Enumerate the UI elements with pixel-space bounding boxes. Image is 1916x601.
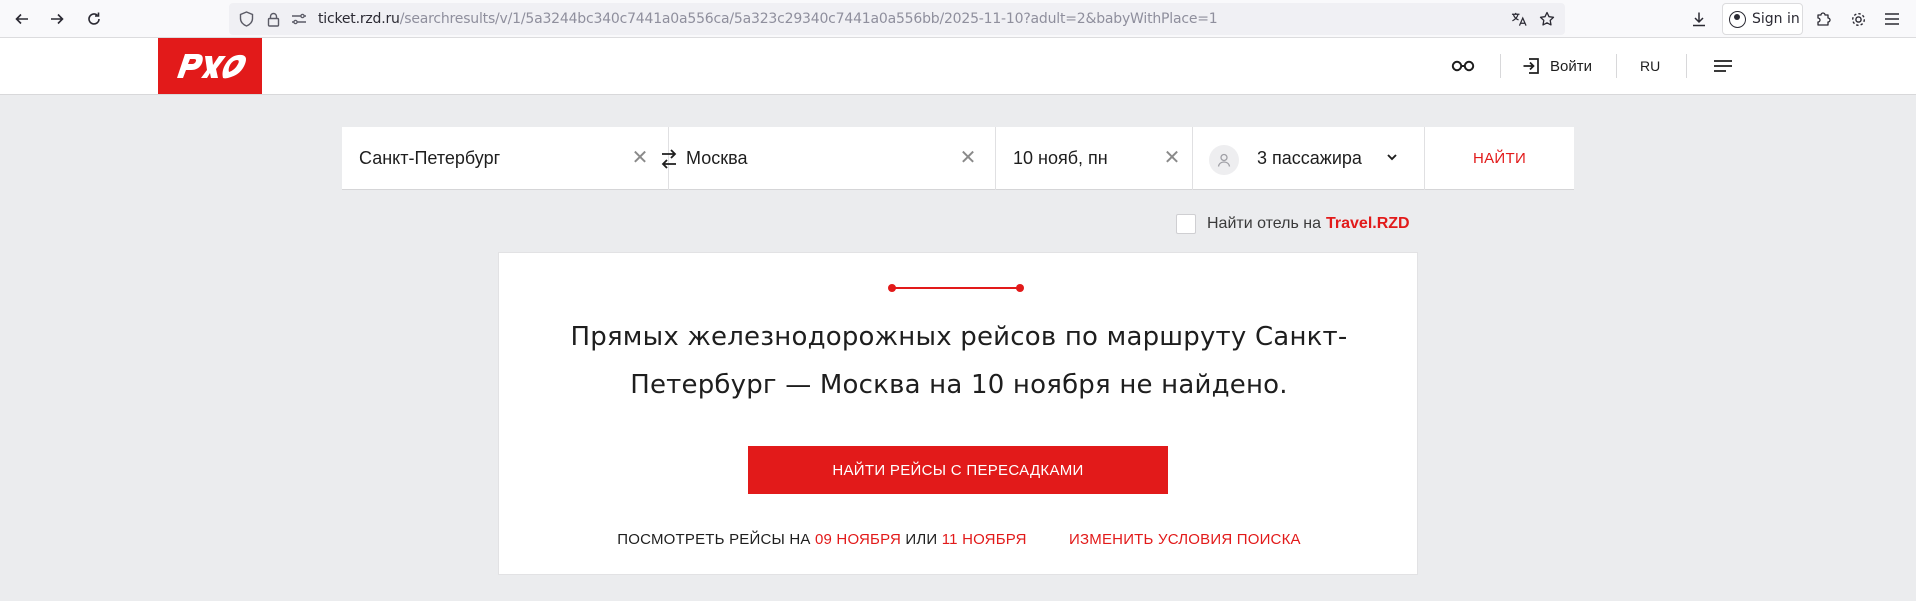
translate-icon[interactable]: [1511, 11, 1527, 27]
date-field[interactable]: 10 нояб, пн ✕: [996, 127, 1193, 190]
url-path: /searchresults/v/1/5a3244bc340c7441a0a55…: [399, 11, 1218, 27]
clear-from-icon[interactable]: ✕: [631, 148, 649, 168]
site-permissions-icon[interactable]: [291, 11, 307, 27]
view-routes-prefix: ПОСМОТРЕТЬ РЕЙСЫ НА: [617, 531, 811, 548]
rzd-logo[interactable]: [158, 38, 262, 94]
divider: [1686, 54, 1687, 78]
forward-icon[interactable]: [45, 7, 69, 31]
clear-to-icon[interactable]: ✕: [959, 148, 977, 168]
clear-date-icon[interactable]: ✕: [1163, 148, 1181, 168]
or-label: ИЛИ: [905, 531, 938, 548]
divider: [1500, 54, 1501, 78]
find-transfer-routes-button[interactable]: НАЙТИ РЕЙСЫ С ПЕРЕСАДКАМИ: [748, 446, 1168, 494]
hotel-brand-link[interactable]: Travel.RZD: [1326, 215, 1410, 233]
from-station-value: Санкт-Петербург: [359, 148, 501, 168]
no-results-card: Прямых железнодорожных рейсов по маршрут…: [498, 252, 1418, 575]
tracking-shield-icon[interactable]: [238, 11, 254, 27]
no-results-message: Прямых железнодорожных рейсов по маршрут…: [570, 322, 1348, 400]
date-value: 10 нояб, пн: [1013, 148, 1108, 168]
settings-gear-icon[interactable]: [1846, 7, 1870, 31]
menu-icon[interactable]: [1713, 54, 1733, 78]
search-form: Санкт-Петербург ✕ Москва ✕ 10 нояб, пн ✕…: [342, 127, 1574, 190]
from-station-field[interactable]: Санкт-Петербург ✕: [342, 127, 669, 190]
site-header: Войти RU: [0, 38, 1916, 95]
swap-stations-icon[interactable]: [659, 147, 679, 171]
reload-icon[interactable]: [82, 7, 106, 31]
extensions-icon[interactable]: [1811, 7, 1835, 31]
alternative-dates: ПОСМОТРЕТЬ РЕЙСЫ НА 09 НОЯБРЯ ИЛИ 11 НОЯ…: [499, 531, 1419, 548]
accessibility-glasses-icon[interactable]: [1451, 54, 1475, 78]
sign-in-button[interactable]: Sign in: [1722, 3, 1803, 35]
account-icon: [1729, 10, 1746, 28]
passenger-icon: [1209, 145, 1239, 175]
to-station-field[interactable]: Москва ✕: [669, 127, 996, 190]
login-button[interactable]: Войти: [1522, 54, 1592, 78]
url-text[interactable]: ticket.rzd.ru/searchresults/v/1/5a3244bc…: [318, 11, 1218, 27]
bookmark-star-icon[interactable]: [1539, 11, 1555, 27]
chevron-down-icon: [1387, 154, 1397, 161]
url-bar[interactable]: ticket.rzd.ru/searchresults/v/1/5a3244bc…: [229, 3, 1565, 35]
lock-icon[interactable]: [265, 11, 281, 27]
back-icon[interactable]: [10, 7, 34, 31]
hotel-checkbox[interactable]: [1176, 214, 1196, 234]
to-station-value: Москва: [686, 148, 748, 168]
downloads-icon[interactable]: [1687, 7, 1711, 31]
passengers-field[interactable]: 3 пассажира: [1193, 127, 1425, 190]
divider: [1616, 54, 1617, 78]
next-date-link[interactable]: 11 НОЯБРЯ: [942, 531, 1027, 548]
login-label: Войти: [1550, 57, 1592, 75]
rzd-logo-mark: [177, 54, 246, 79]
app-menu-icon[interactable]: [1880, 7, 1904, 31]
browser-toolbar: ticket.rzd.ru/searchresults/v/1/5a3244bc…: [0, 0, 1916, 38]
find-button[interactable]: НАЙТИ: [1425, 127, 1574, 189]
url-host: ticket.rzd.ru: [318, 11, 400, 27]
sign-in-label: Sign in: [1752, 11, 1800, 27]
hotel-label: Найти отель на: [1207, 215, 1322, 232]
hotel-option[interactable]: Найти отель на Travel.RZD: [1176, 214, 1410, 234]
route-line-icon: [888, 284, 1024, 292]
language-switch[interactable]: RU: [1640, 58, 1660, 74]
prev-date-link[interactable]: 09 НОЯБРЯ: [815, 531, 901, 548]
login-icon: [1523, 58, 1539, 74]
change-search-link[interactable]: ИЗМЕНИТЬ УСЛОВИЯ ПОИСКА: [1069, 531, 1301, 548]
